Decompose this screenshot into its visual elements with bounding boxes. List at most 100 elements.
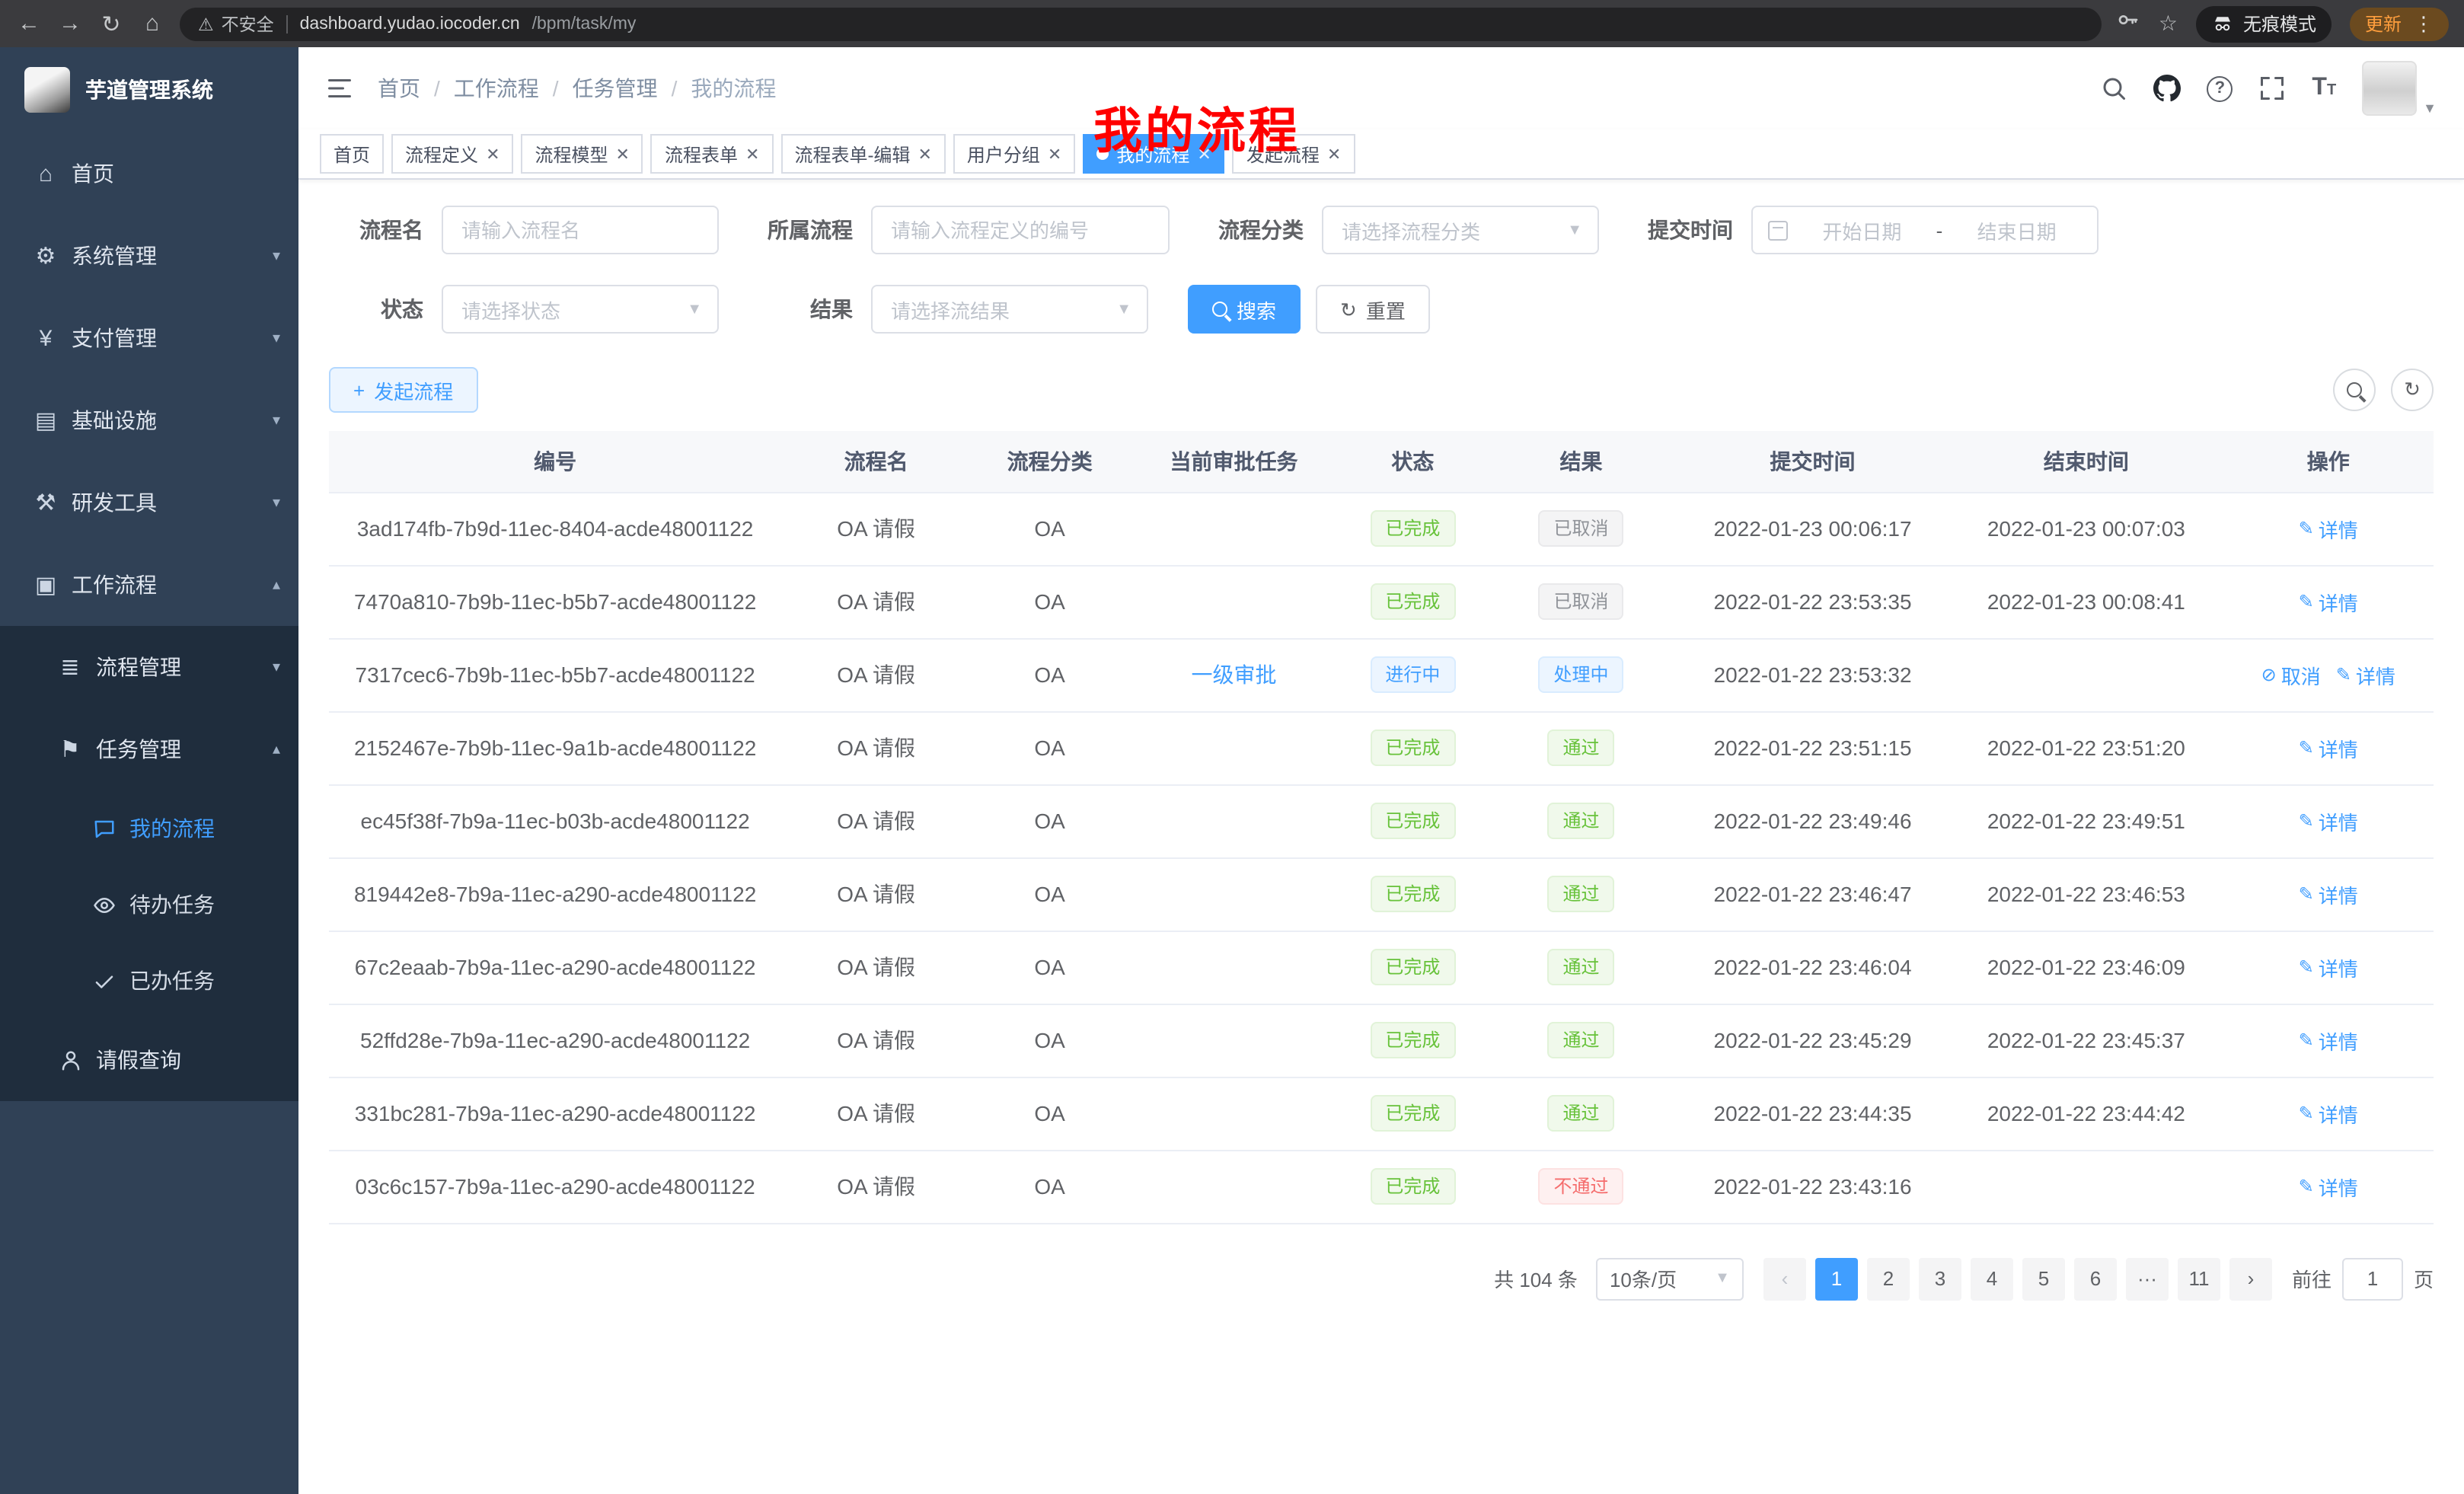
avatar[interactable] (2362, 61, 2417, 116)
current-task-link[interactable]: 一级审批 (1191, 662, 1276, 687)
bookmark-star-icon[interactable]: ☆ (2159, 11, 2178, 37)
prev-page-button[interactable]: ‹ (1763, 1257, 1806, 1300)
close-icon[interactable]: ✕ (486, 144, 500, 164)
jump-page-input[interactable] (2342, 1257, 2403, 1300)
page-button[interactable]: 2 (1867, 1257, 1910, 1300)
page-button[interactable]: 11 (2178, 1257, 2220, 1300)
close-icon[interactable]: ✕ (918, 144, 931, 164)
end-time (1949, 638, 2223, 711)
sidebar-item-label: 请假查询 (96, 1045, 181, 1075)
close-icon[interactable]: ✕ (1048, 144, 1061, 164)
sidebar-item-process-management[interactable]: ≣ 流程管理 ▾ (0, 626, 298, 708)
forward-icon[interactable]: → (56, 11, 84, 37)
main-area: 我的流程 首页 工作流程 任务管理 我的流程 ? TT (298, 47, 2464, 1494)
sidebar-item-todo-tasks[interactable]: 待办任务 (0, 867, 298, 943)
warning-icon: ⚠ (198, 13, 214, 34)
page-button[interactable]: 4 (1971, 1257, 2013, 1300)
process-table: 编号 流程名 流程分类 当前审批任务 状态 结果 提交时间 结束时间 操作 (298, 431, 2464, 1224)
security-warning[interactable]: ⚠不安全 (198, 11, 274, 36)
sidebar-item-workflow[interactable]: ▣ 工作流程 ▴ (0, 544, 298, 626)
sidebar-item-home[interactable]: ⌂ 首页 (0, 132, 298, 215)
result-select[interactable]: 请选择流结果 ▼ (871, 285, 1148, 334)
detail-link[interactable]: ✎详情 (2299, 1026, 2358, 1055)
sidebar-item-leave-query[interactable]: 请假查询 (0, 1019, 298, 1101)
detail-link[interactable]: ✎详情 (2299, 879, 2358, 908)
detail-link[interactable]: ✎详情 (2299, 514, 2358, 543)
tab-process-definition[interactable]: 流程定义✕ (391, 134, 513, 174)
detail-link[interactable]: ✎详情 (2299, 806, 2358, 835)
tab-home[interactable]: 首页 (320, 134, 384, 174)
search-button[interactable]: 搜索 (1188, 285, 1301, 334)
sidebar-item-devtools[interactable]: ⚒ 研发工具 ▾ (0, 461, 298, 544)
process-category: OA (971, 565, 1128, 638)
app-title: 芋道管理系统 (85, 75, 213, 105)
search-icon[interactable] (2100, 75, 2127, 102)
close-icon[interactable]: ✕ (745, 144, 759, 164)
page-button[interactable]: 5 (2022, 1257, 2065, 1300)
sidebar-toggle-icon[interactable] (326, 75, 353, 102)
tags-view-bar: 首页 流程定义✕ 流程模型✕ 流程表单✕ 流程表单-编辑✕ 用户分组✕ 我的流程… (298, 129, 2464, 180)
start-process-button[interactable]: + 发起流程 (329, 367, 477, 413)
detail-link[interactable]: ✎详情 (2299, 587, 2358, 616)
cancel-icon: ⊘ (2261, 664, 2277, 685)
page-ellipsis[interactable]: ··· (2126, 1257, 2169, 1300)
process-name-input[interactable] (442, 206, 719, 254)
end-time: 2022-01-22 23:51:20 (1949, 711, 2223, 784)
detail-link[interactable]: ✎详情 (2299, 1172, 2358, 1201)
browser-menu-icon[interactable]: ⋮ (2414, 11, 2434, 36)
reset-button[interactable]: ↻ 重置 (1316, 285, 1430, 334)
process-definition-input[interactable] (871, 206, 1170, 254)
tab-process-form[interactable]: 流程表单✕ (651, 134, 773, 174)
detail-link[interactable]: ✎详情 (2336, 660, 2395, 689)
sidebar-item-system[interactable]: ⚙ 系统管理 ▾ (0, 215, 298, 297)
close-icon[interactable]: ✕ (1327, 144, 1341, 164)
page-button[interactable]: 1 (1815, 1257, 1858, 1300)
cancel-link[interactable]: ⊘取消 (2261, 660, 2321, 689)
sidebar-item-done-tasks[interactable]: 已办任务 (0, 943, 298, 1019)
reload-icon[interactable]: ↻ (97, 10, 125, 37)
detail-link[interactable]: ✎详情 (2299, 733, 2358, 762)
tab-process-form-edit[interactable]: 流程表单-编辑✕ (780, 134, 945, 174)
address-bar[interactable]: ⚠不安全 dashboard.yudao.iocoder.cn/bpm/task… (180, 7, 2102, 40)
tab-user-group[interactable]: 用户分组✕ (953, 134, 1075, 174)
password-key-icon[interactable] (2116, 8, 2140, 40)
category-select[interactable]: 请选择流程分类 ▼ (1322, 206, 1599, 254)
fullscreen-icon[interactable] (2258, 75, 2286, 102)
breadcrumb-item[interactable]: 工作流程 (454, 73, 559, 104)
tab-process-model[interactable]: 流程模型✕ (522, 134, 643, 174)
breadcrumb-item[interactable]: 任务管理 (573, 73, 678, 104)
page-size-select[interactable]: 10条/页 ▼ (1596, 1257, 1744, 1300)
help-icon[interactable]: ? (2207, 75, 2233, 101)
table-row: 03c6c157-7b9a-11ec-a290-acde48001122 OA … (329, 1150, 2434, 1223)
sidebar-item-my-process[interactable]: 我的流程 (0, 790, 298, 867)
update-button[interactable]: 更新 ⋮ (2350, 7, 2449, 40)
process-name: OA 请假 (781, 638, 971, 711)
detail-link[interactable]: ✎详情 (2299, 1099, 2358, 1128)
date-range-picker[interactable]: 开始日期 - 结束日期 (1751, 206, 2099, 254)
font-size-icon[interactable]: TT (2312, 75, 2336, 102)
status-select[interactable]: 请选择状态 ▼ (442, 285, 719, 334)
sidebar-item-task-management[interactable]: ⚑ 任务管理 ▴ (0, 708, 298, 790)
page-button[interactable]: 3 (1919, 1257, 1961, 1300)
actions-cell: ✎详情 (2223, 857, 2434, 931)
show-search-button[interactable] (2333, 369, 2376, 411)
chevron-down-icon: ▾ (273, 494, 280, 511)
chevron-up-icon: ▴ (273, 741, 280, 758)
github-icon[interactable] (2153, 75, 2181, 102)
top-navbar: 首页 工作流程 任务管理 我的流程 ? TT ▼ (298, 47, 2464, 129)
chevron-down-icon: ▼ (2423, 101, 2437, 116)
status-cell: 已完成 (1339, 1077, 1486, 1150)
next-page-button[interactable]: › (2229, 1257, 2272, 1300)
sidebar-item-infrastructure[interactable]: ▤ 基础设施 ▾ (0, 379, 298, 461)
refresh-list-button[interactable]: ↻ (2391, 369, 2434, 411)
breadcrumb-item[interactable]: 首页 (378, 73, 440, 104)
back-icon[interactable]: ← (15, 11, 43, 37)
home-icon[interactable]: ⌂ (139, 11, 166, 37)
detail-link[interactable]: ✎详情 (2299, 953, 2358, 982)
user-menu[interactable]: ▼ (2362, 61, 2437, 116)
close-icon[interactable]: ✕ (616, 144, 630, 164)
search-icon (1212, 302, 1227, 317)
sidebar-item-payment[interactable]: ¥ 支付管理 ▾ (0, 297, 298, 379)
page-button[interactable]: 6 (2074, 1257, 2117, 1300)
current-task (1128, 1077, 1339, 1150)
